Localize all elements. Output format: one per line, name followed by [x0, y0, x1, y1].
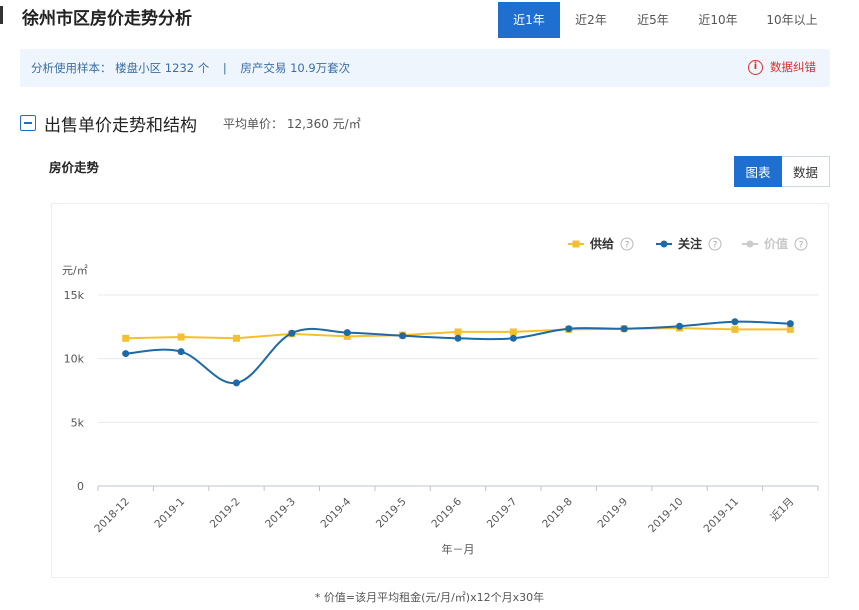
sample-label: 分析使用样本： — [31, 61, 112, 75]
x-tick-label: 2019-4 — [319, 495, 354, 530]
tab-range-5y[interactable]: 近5年 — [622, 2, 684, 38]
data-point — [676, 322, 684, 330]
legend-marker — [572, 240, 580, 248]
footnote: * 价值=该月平均租金(元/月/㎡)x12个月x30年 — [314, 591, 545, 604]
chart-card: 0 5k 10k 15k 元/㎡ 2018-12 2019-1 2019-2 2019-3 201… — [51, 203, 829, 578]
x-tick-label: 2019-3 — [263, 496, 298, 531]
title-accent-bar — [0, 6, 3, 24]
tab-range-2y[interactable]: 近2年 — [560, 2, 622, 38]
page-title: 徐州市区房价走势分析 — [22, 9, 192, 29]
x-tick-label: 2019-11 — [702, 496, 742, 536]
data-point — [232, 334, 240, 342]
help-icon-glyph: ? — [713, 241, 718, 251]
info-separator: | — [222, 61, 227, 75]
chart-subtitle: 房价走势 — [49, 160, 100, 175]
legend-label: 关注 — [678, 236, 702, 251]
price-trend-chart: 0 5k 10k 15k 元/㎡ 2018-12 2019-1 2019-2 2019-3 201… — [62, 236, 819, 556]
data-point — [232, 379, 240, 387]
tab-range-10y-plus[interactable]: 10年以上 — [752, 2, 832, 38]
sample-value: 楼盘小区 1232 个 — [115, 61, 210, 75]
average-price: 平均单价： 12,360 元/㎡ — [223, 115, 361, 132]
trade-value: 房产交易 10.9万套次 — [240, 61, 351, 75]
help-icon-glyph: ? — [625, 241, 630, 251]
tab-range-10y[interactable]: 近10年 — [684, 2, 752, 38]
data-point — [343, 329, 351, 337]
data-point — [509, 334, 517, 342]
sample-info-box: 分析使用样本： 楼盘小区 1232 个 | 房产交易 10.9万套次 i 数据纠… — [20, 49, 830, 87]
y-tick-label: 10k — [64, 353, 85, 366]
info-circle-icon: i — [748, 59, 763, 75]
chart-view-button[interactable]: 图表 — [734, 156, 782, 187]
data-point — [399, 332, 407, 340]
data-point — [786, 320, 794, 328]
avg-price-value: 12,360 元/㎡ — [286, 116, 361, 131]
x-tick-label: 2019-6 — [429, 495, 464, 530]
x-tick-label: 2018-12 — [92, 496, 132, 536]
data-point — [620, 325, 628, 333]
sample-info-text: 分析使用样本： 楼盘小区 1232 个 | 房产交易 10.9万套次 — [31, 60, 350, 76]
legend-label: 供给 — [589, 236, 614, 251]
legend-marker — [746, 240, 754, 248]
data-view-button[interactable]: 数据 — [782, 156, 830, 187]
legend-label: 价值 — [764, 236, 788, 251]
y-tick-label: 15k — [64, 289, 85, 302]
x-tick-label: 近1月 — [768, 495, 797, 524]
section-title: 出售单价走势和结构 — [44, 115, 197, 136]
data-point — [731, 318, 739, 326]
data-point — [122, 334, 130, 342]
y-tick-label: 0 — [77, 480, 84, 493]
data-correction-link[interactable]: i 数据纠错 — [748, 59, 816, 75]
data-point — [454, 334, 462, 342]
data-point — [731, 325, 739, 333]
help-icon-glyph: ? — [799, 241, 804, 251]
legend-marker — [660, 240, 668, 248]
x-tick-label: 2019-9 — [595, 496, 630, 531]
data-point — [288, 329, 296, 337]
data-point — [509, 328, 517, 336]
x-tick-label: 2019-5 — [374, 496, 409, 531]
collapse-minus-icon[interactable] — [20, 115, 36, 131]
data-correction-label: 数据纠错 — [770, 60, 816, 74]
section-header: 出售单价走势和结构 平均单价： 12,360 元/㎡ — [20, 110, 361, 136]
data-point — [177, 348, 185, 356]
x-tick-label: 2019-1 — [152, 496, 187, 531]
avg-price-label: 平均单价： — [223, 116, 284, 131]
y-tick-label: 5k — [71, 416, 85, 429]
data-point — [122, 350, 130, 358]
x-tick-label: 2019-7 — [485, 496, 520, 531]
x-tick-label: 2019-10 — [646, 496, 686, 536]
data-point — [177, 333, 185, 341]
y-axis-label: 元/㎡ — [62, 264, 88, 277]
x-axis-label: 年－月 — [442, 542, 475, 556]
data-point — [565, 325, 573, 333]
data-point — [454, 328, 462, 336]
view-toggle: 图表 数据 — [734, 156, 830, 187]
x-tick-label: 2019-2 — [208, 496, 243, 531]
time-range-tabs: 近1年 近2年 近5年 近10年 10年以上 — [498, 2, 832, 38]
tab-range-1y[interactable]: 近1年 — [498, 2, 560, 38]
x-tick-label: 2019-8 — [540, 496, 575, 531]
